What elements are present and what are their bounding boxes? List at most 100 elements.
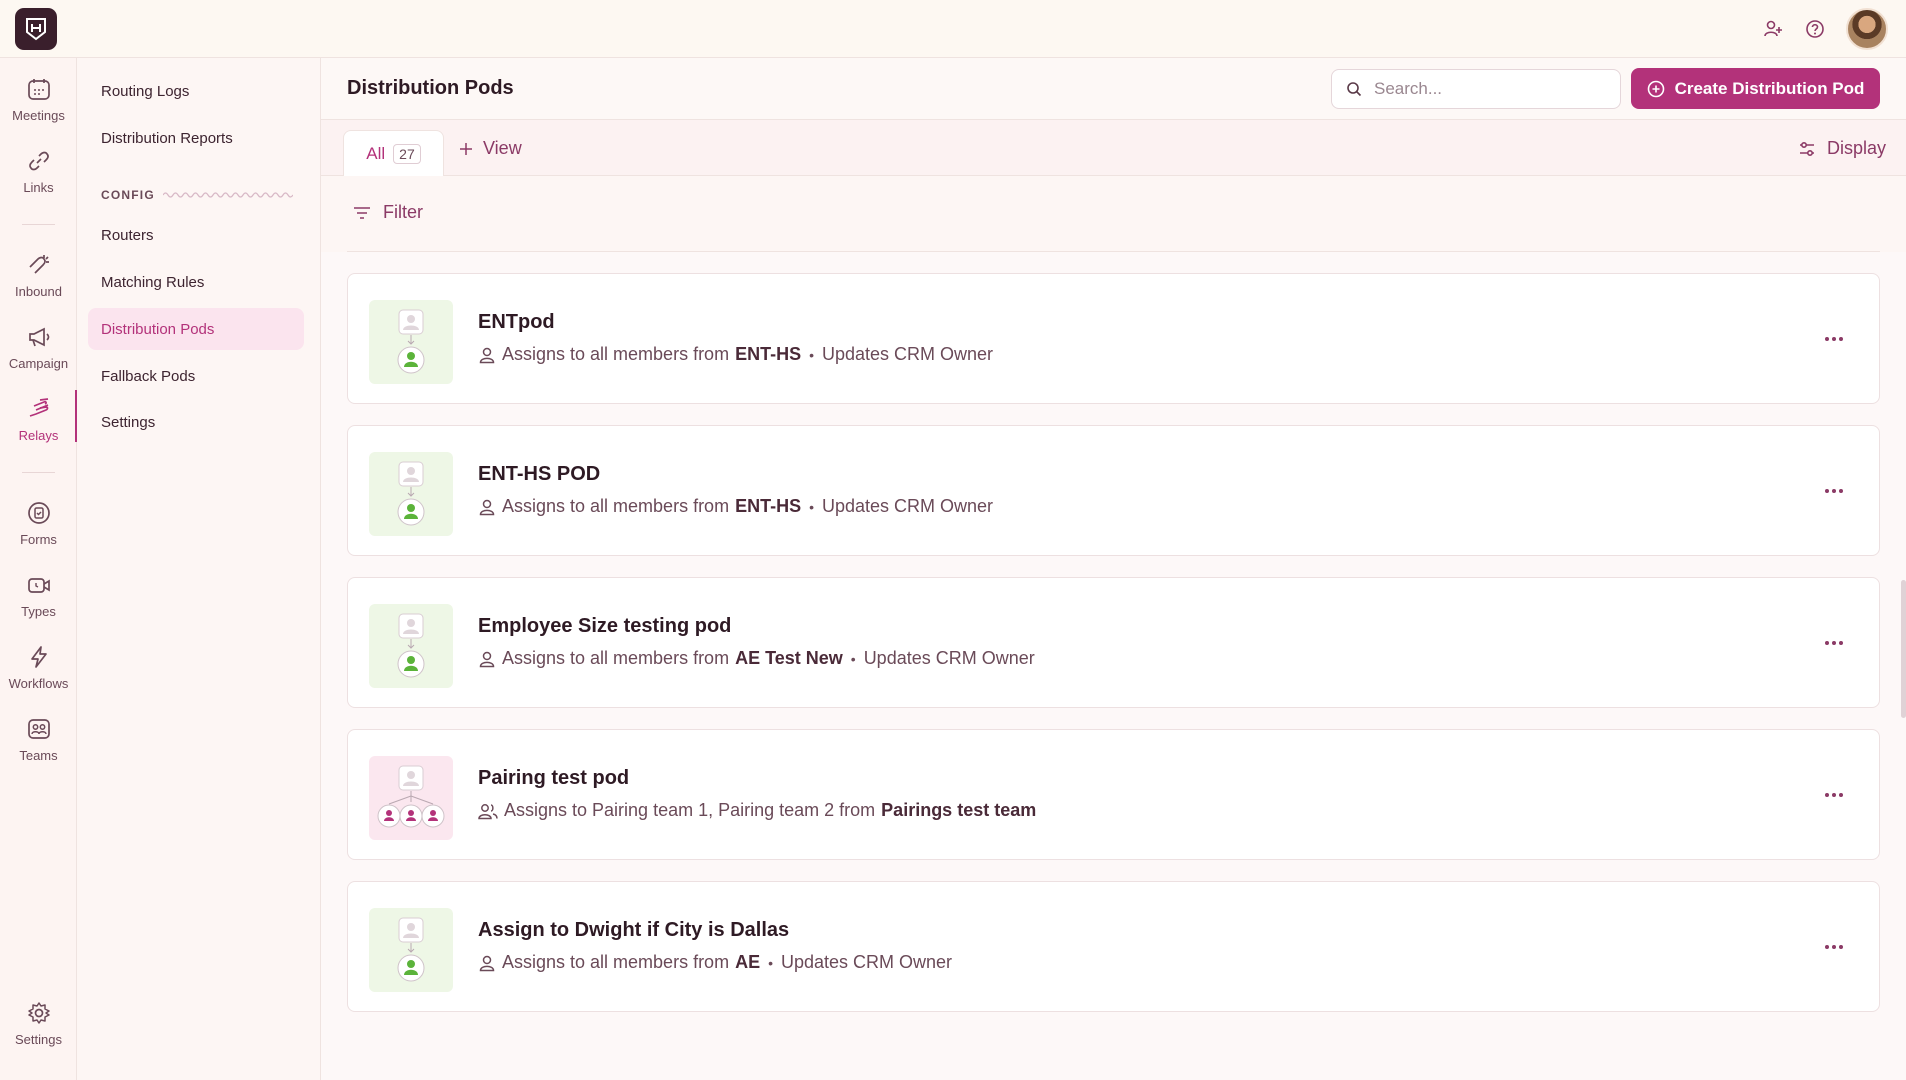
subnav-label: Distribution Pods — [101, 320, 215, 338]
search-icon — [1347, 82, 1362, 97]
filter-icon — [354, 206, 370, 219]
pod-card[interactable]: ENT-HS POD Assigns to all members from E… — [347, 425, 1880, 556]
pod-thumbnail — [369, 300, 453, 384]
more-options-icon[interactable] — [1819, 782, 1849, 808]
pod-prefix: Assigns to all members from — [502, 648, 730, 668]
megaphone-icon — [28, 327, 49, 347]
search-box[interactable] — [1331, 69, 1621, 109]
rail-label: Teams — [19, 748, 58, 763]
rail-item-types[interactable]: Types — [0, 572, 77, 634]
page-title: Distribution Pods — [347, 77, 514, 99]
subnav-item-distribution-pods[interactable]: Distribution Pods — [88, 308, 304, 350]
pod-description: Assigns to all members from AE • Updates… — [478, 952, 952, 973]
more-options-icon[interactable] — [1819, 478, 1849, 504]
subnav-item-distribution-reports[interactable]: Distribution Reports — [88, 117, 304, 159]
magnet-icon — [28, 255, 49, 274]
pod-name: Employee Size testing pod — [478, 615, 732, 637]
pod-name: ENTpod — [478, 311, 555, 333]
separator-dot: • — [809, 346, 814, 363]
user-icon — [479, 651, 495, 667]
more-options-icon[interactable] — [1819, 326, 1849, 352]
create-distribution-pod-button[interactable]: Create Distribution Pod — [1631, 68, 1880, 109]
more-options-icon[interactable] — [1819, 934, 1849, 960]
filter-button[interactable]: Filter — [353, 202, 423, 223]
sliders-icon — [1799, 141, 1814, 156]
search-input[interactable] — [1374, 79, 1604, 99]
subnav-item-settings[interactable]: Settings — [88, 401, 304, 443]
subnav-label: Routers — [101, 226, 154, 244]
pod-thumbnail — [369, 756, 453, 840]
link-icon — [28, 151, 49, 171]
pod-suffix: Updates CRM Owner — [822, 344, 994, 364]
page-header: Distribution Pods Create Distribution Po… — [321, 58, 1906, 120]
tab-all-label: All — [366, 143, 386, 163]
rail-item-teams[interactable]: Teams — [0, 716, 77, 778]
pod-prefix: Assigns to all members from — [502, 952, 730, 972]
pod-name: Assign to Dwight if City is Dallas — [478, 919, 790, 941]
pod-card[interactable]: Assign to Dwight if City is Dallas Assig… — [347, 881, 1880, 1012]
add-view-button[interactable]: View — [459, 138, 522, 159]
rail-item-campaign[interactable]: Campaign — [0, 324, 77, 386]
divider — [347, 251, 1880, 252]
display-button[interactable]: Display — [1797, 138, 1886, 159]
pod-prefix: Assigns to all members from — [502, 344, 730, 364]
rail-item-settings[interactable]: Settings — [0, 1000, 77, 1062]
top-right-actions — [1762, 7, 1888, 50]
config-label-text: CONFIG — [101, 188, 155, 202]
pod-source: AE Test New — [735, 648, 843, 668]
pod-description: Assigns to all members from ENT-HS • Upd… — [478, 344, 993, 365]
help-icon[interactable] — [1804, 18, 1826, 40]
rail-item-inbound[interactable]: Inbound — [0, 252, 77, 314]
subnav-label: Routing Logs — [101, 82, 190, 100]
config-section-label: CONFIG — [101, 188, 293, 202]
more-options-icon[interactable] — [1819, 630, 1849, 656]
single-assignee-icon — [397, 917, 425, 982]
avatar[interactable] — [1846, 7, 1888, 50]
top-bar — [0, 0, 1906, 58]
user-icon — [479, 955, 495, 971]
rail-item-forms[interactable]: Forms — [0, 500, 77, 562]
pod-description: Assigns to Pairing team 1, Pairing team … — [478, 800, 1036, 821]
logo-icon — [26, 17, 46, 40]
pod-thumbnail — [369, 604, 453, 688]
users-icon — [478, 803, 498, 819]
tab-all[interactable]: All 27 — [343, 130, 444, 176]
teams-icon — [27, 719, 50, 739]
subnav-item-routing-logs[interactable]: Routing Logs — [88, 70, 304, 112]
rail-item-meetings[interactable]: Meetings — [0, 76, 77, 138]
pod-card[interactable]: ENTpod Assigns to all members from ENT-H… — [347, 273, 1880, 404]
rail-label: Meetings — [12, 108, 65, 123]
lightning-icon — [30, 646, 47, 668]
pod-description: Assigns to all members from AE Test New … — [478, 648, 1035, 669]
add-view-label: View — [483, 138, 522, 158]
create-button-label: Create Distribution Pod — [1674, 78, 1865, 98]
pod-card[interactable]: Pairing test pod Assigns to Pairing team… — [347, 729, 1880, 860]
single-assignee-icon — [397, 309, 425, 374]
rail-item-relays[interactable]: Relays — [0, 390, 78, 458]
calendar-icon — [27, 79, 50, 100]
pod-suffix: Updates CRM Owner — [781, 952, 953, 972]
pod-thumbnail — [369, 908, 453, 992]
rail-label: Settings — [15, 1032, 62, 1047]
subnav-label: Settings — [101, 413, 156, 431]
subnav-item-routers[interactable]: Routers — [88, 214, 304, 256]
add-user-icon[interactable] — [1762, 18, 1784, 40]
count-badge: 27 — [393, 143, 421, 164]
rail-item-workflows[interactable]: Workflows — [0, 644, 77, 706]
pod-card[interactable]: Employee Size testing pod Assigns to all… — [347, 577, 1880, 708]
subnav-label: Matching Rules — [101, 273, 205, 291]
rail-label: Types — [21, 604, 56, 619]
pod-prefix: Assigns to Pairing team 1, Pairing team … — [504, 800, 876, 820]
subnav-item-matching-rules[interactable]: Matching Rules — [88, 261, 304, 303]
separator-dot: • — [768, 954, 773, 971]
pod-thumbnail — [369, 452, 453, 536]
pod-source: ENT-HS — [735, 344, 802, 364]
pod-source: AE — [735, 952, 761, 972]
rail-label: Campaign — [8, 356, 69, 371]
scrollbar[interactable] — [1901, 580, 1906, 718]
separator-dot: • — [850, 650, 856, 667]
rail-item-links[interactable]: Links — [0, 148, 77, 210]
subnav-item-fallback-pods[interactable]: Fallback Pods — [88, 355, 304, 397]
app-logo[interactable] — [15, 7, 57, 50]
team-assignee-icon — [377, 765, 445, 828]
